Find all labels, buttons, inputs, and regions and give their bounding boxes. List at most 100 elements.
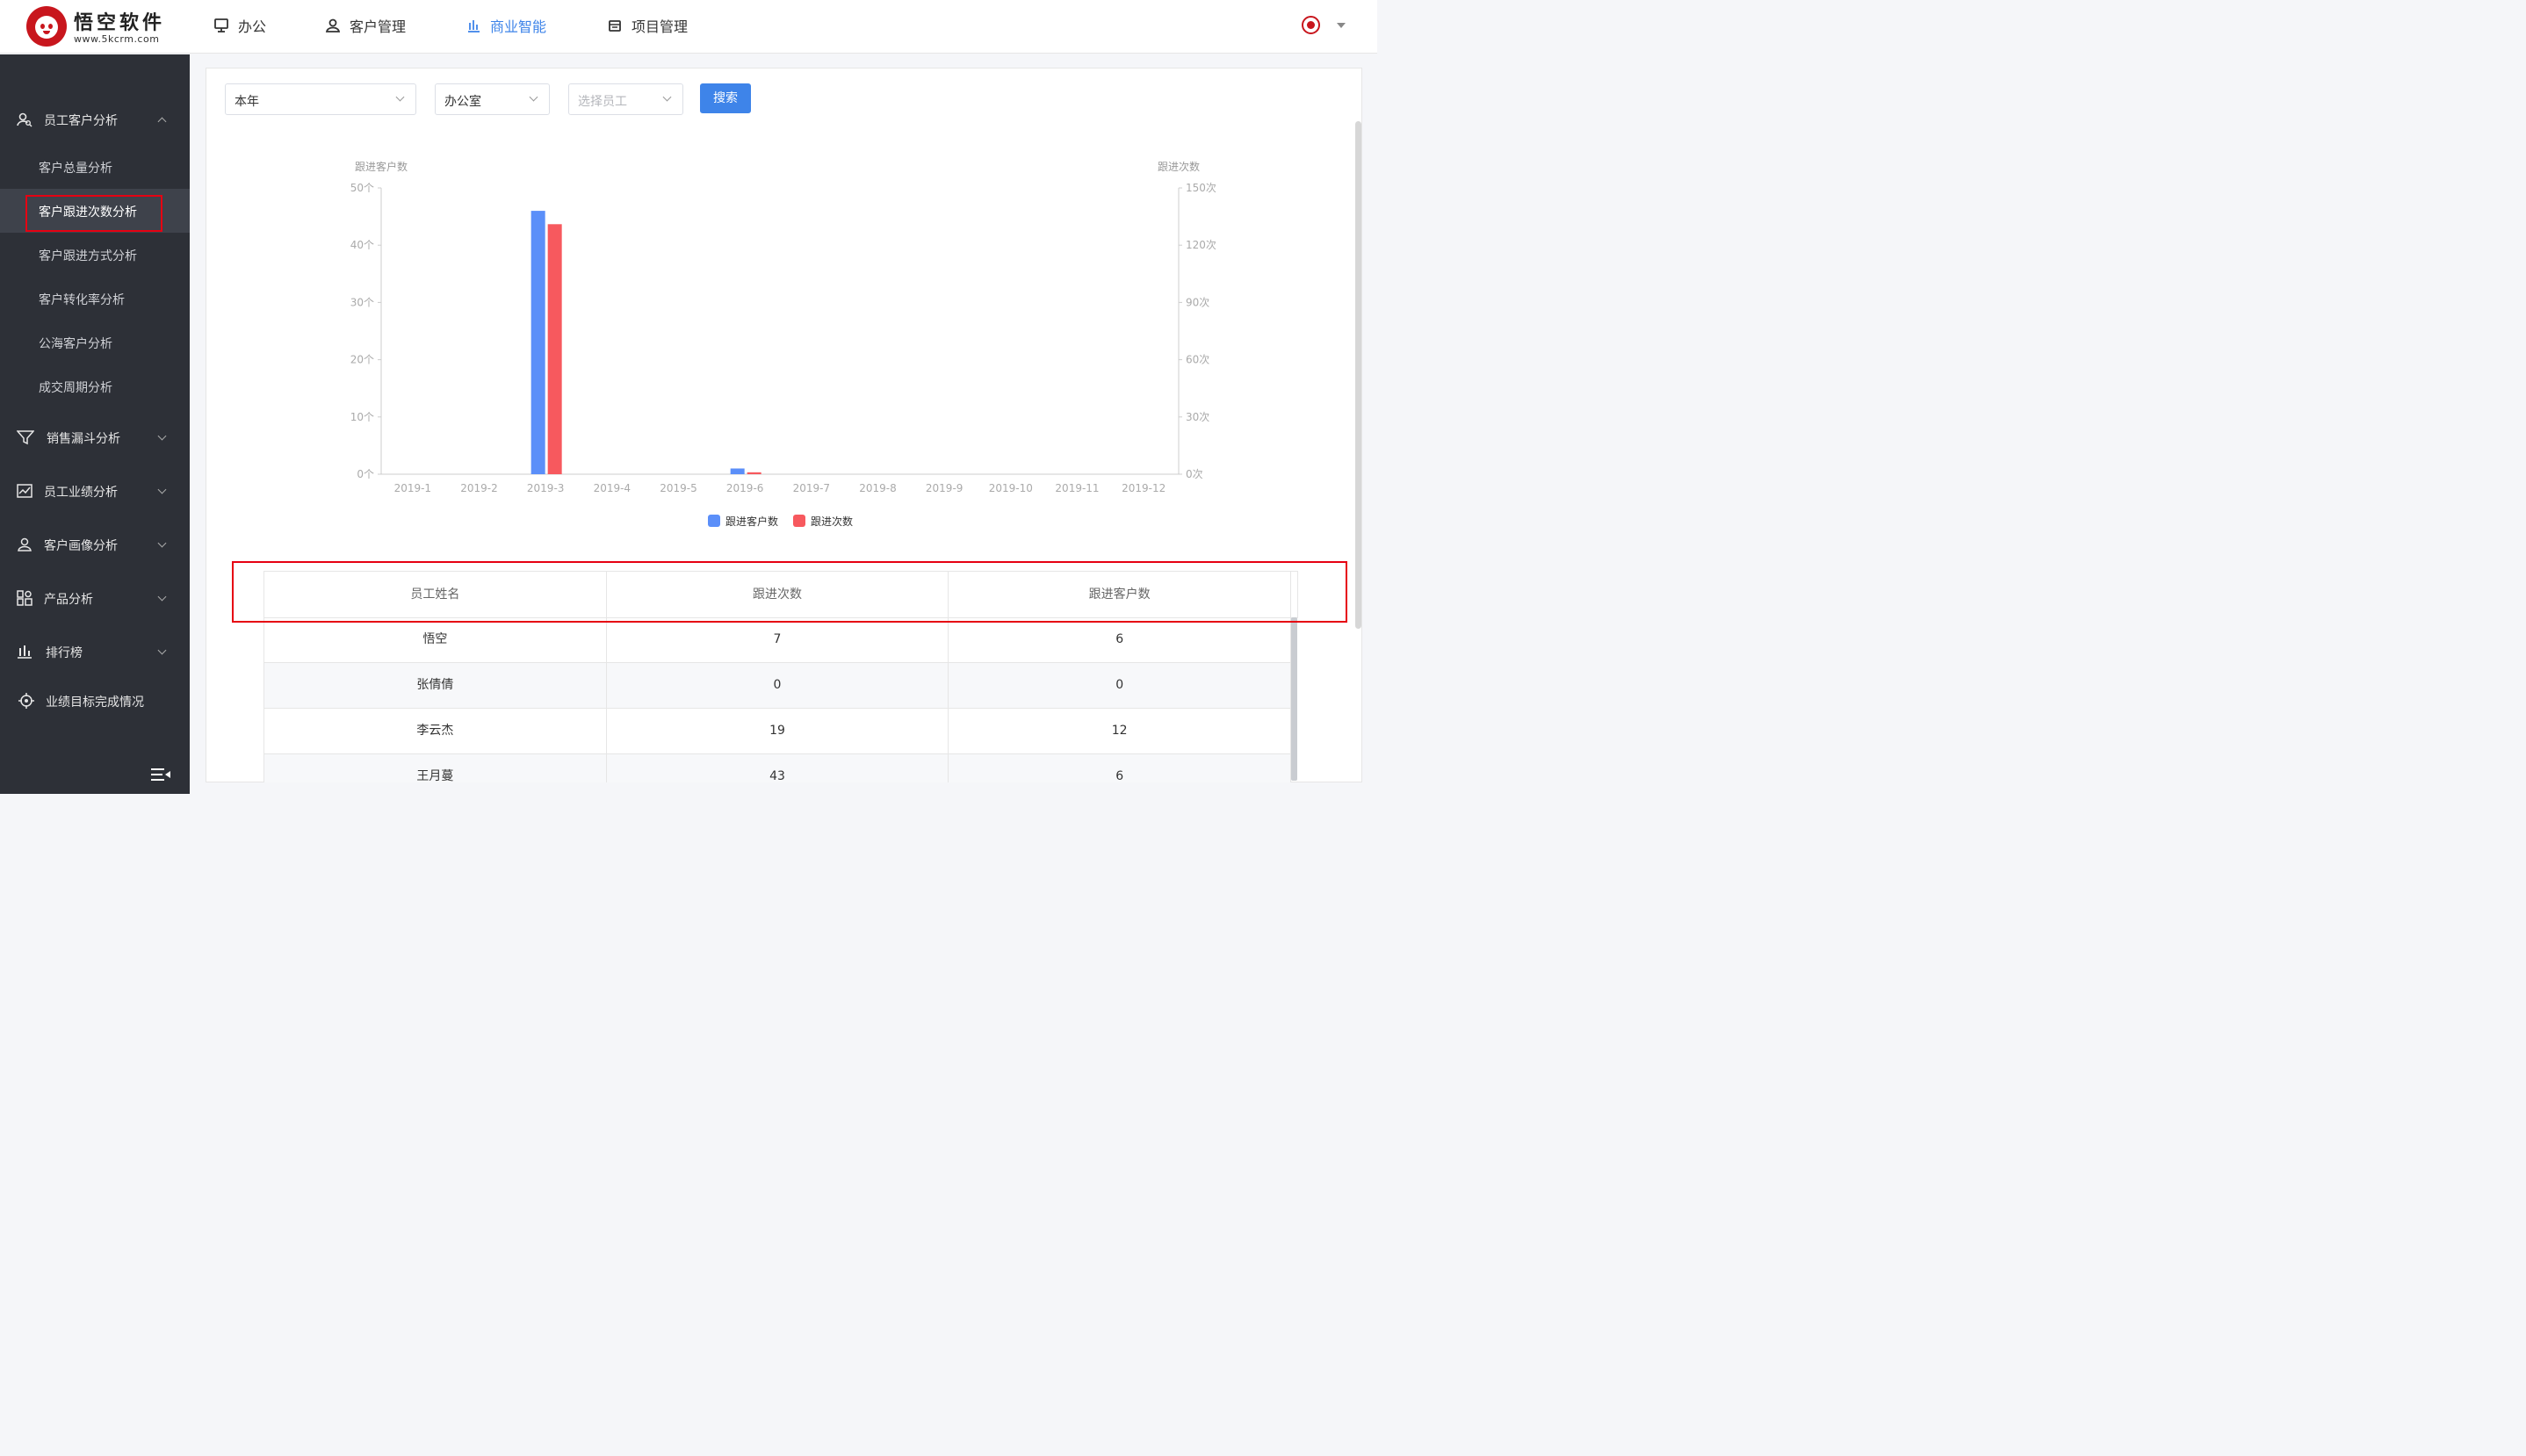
x-tick-label: 2019-6 [726,482,764,494]
cell-name: 张倩倩 [264,663,607,708]
y-tick-label-right: 120次 [1186,239,1216,251]
sidebar-item-followup-count[interactable]: 客户跟进次数分析 [0,189,190,233]
table-header: 员工姓名 跟进次数 跟进客户数 [264,571,1292,618]
bar-followups [547,224,562,474]
y-tick-label-left: 10个 [350,411,374,423]
x-tick-label: 2019-11 [1055,482,1099,494]
sidebar-group-employee-customer[interactable]: 员工客户分析 [0,97,190,141]
column-header-followups[interactable]: 跟进次数 [607,572,949,617]
table-row[interactable]: 张倩倩 0 0 [264,663,1292,709]
sidebar-item-deal-cycle[interactable]: 成交周期分析 [0,364,190,408]
sidebar-group-product[interactable]: 产品分析 [0,576,190,620]
logo-url: www.5kcrm.com [74,33,160,45]
table-body: 悟空 7 6 张倩倩 0 0 李云杰 19 12 王月蔓 43 6 [263,617,1292,782]
y-tick-label-left: 20个 [350,354,374,366]
period-select[interactable]: 本年 [225,83,416,115]
sidebar-item-total-customers[interactable]: 客户总量分析 [0,145,190,189]
sidebar-item-conversion-rate[interactable]: 客户转化率分析 [0,277,190,321]
cell-customers: 6 [949,617,1292,662]
table-body-viewport: 悟空 7 6 张倩倩 0 0 李云杰 19 12 王月蔓 43 6 [206,615,1362,782]
nav-item-projects[interactable]: 项目管理 [607,15,688,36]
legend-swatch [708,515,720,527]
sidebar-group-label: 销售漏斗分析 [47,432,120,446]
vertical-scrollbar[interactable] [1355,121,1361,629]
box-icon [609,20,621,32]
sidebar-item-label: 成交周期分析 [39,381,112,395]
monitor-icon [214,18,228,32]
cell-customers: 12 [949,709,1292,753]
department-select[interactable]: 办公室 [435,83,550,115]
chevron-down-icon [157,592,167,602]
user-search-icon [17,112,32,127]
x-tick-label: 2019-1 [394,482,432,494]
table-row[interactable]: 悟空 7 6 [264,617,1292,663]
ranking-icon [18,645,32,659]
cell-name: 悟空 [264,617,607,662]
employee-select[interactable]: 选择员工 [568,83,683,115]
bar-chart-icon [468,20,480,32]
cell-customers: 0 [949,663,1292,708]
employee-table: 员工姓名 跟进次数 跟进客户数 [263,571,1292,618]
search-button[interactable]: 搜索 [700,83,751,113]
x-tick-label: 2019-3 [527,482,565,494]
sidebar-group-label: 员工业绩分析 [44,486,118,500]
portrait-icon [18,537,32,551]
grid-icon [17,590,32,606]
legend-label: 跟进次数 [811,515,854,528]
funnel-icon [17,430,34,445]
user-icon [325,18,341,32]
nav-item-office[interactable]: 办公 [213,15,266,36]
y-tick-label-left: 0个 [357,468,374,480]
cell-followups: 7 [607,617,949,662]
chevron-down-icon [157,538,167,548]
y-tick-label-right: 150次 [1186,182,1216,194]
x-tick-label: 2019-12 [1122,482,1166,494]
caret-down-icon[interactable] [1337,23,1346,28]
sidebar-group-employee-performance[interactable]: 员工业绩分析 [0,469,190,513]
sidebar-item-label: 客户跟进次数分析 [39,205,137,220]
cell-customers: 6 [949,754,1292,782]
table-row[interactable]: 王月蔓 43 6 [264,754,1292,782]
sidebar-group-label: 业绩目标完成情况 [46,696,144,710]
nav-label: 商业智能 [490,18,547,35]
x-tick-label: 2019-2 [460,482,498,494]
nav-label: 客户管理 [350,18,407,35]
period-select-value: 本年 [235,95,259,109]
column-header-customers[interactable]: 跟进客户数 [949,572,1292,617]
sidebar-group-ranking[interactable]: 排行榜 [0,630,190,674]
employee-select-placeholder: 选择员工 [578,95,627,109]
x-tick-label: 2019-4 [594,482,632,494]
collapse-menu-icon[interactable] [150,768,171,782]
x-tick-label: 2019-8 [859,482,897,494]
legend-item-followups[interactable]: 跟进次数 [793,513,853,529]
top-navbar: 悟空软件 www.5kcrm.com 办公 客户管理 商业智能 项目管理 [0,0,1377,54]
cell-name: 李云杰 [264,709,607,753]
monkey-logo-icon [26,6,67,47]
table-scrollbar[interactable] [1291,617,1297,781]
sidebar-item-label: 客户总量分析 [39,162,112,176]
logo[interactable]: 悟空软件 www.5kcrm.com [26,6,176,47]
y-tick-label-left: 30个 [350,296,374,308]
nav-item-bi[interactable]: 商业智能 [466,15,546,36]
nav-item-customers[interactable]: 客户管理 [325,15,406,36]
table-row[interactable]: 李云杰 19 12 [264,709,1292,754]
cell-followups: 19 [607,709,949,753]
legend-label: 跟进客户数 [725,515,779,528]
chevron-down-icon [529,92,538,102]
column-header-name[interactable]: 员工姓名 [264,572,607,617]
chevron-down-icon [157,645,167,655]
sidebar-group-sales-funnel[interactable]: 销售漏斗分析 [0,415,190,459]
sidebar-group-customer-portrait[interactable]: 客户画像分析 [0,523,190,566]
x-tick-label: 2019-9 [926,482,963,494]
bar-customers [730,468,745,474]
sidebar-item-followup-method[interactable]: 客户跟进方式分析 [0,233,190,277]
sidebar-item-public-pool[interactable]: 公海客户分析 [0,321,190,364]
user-avatar[interactable] [1302,16,1320,34]
y-tick-label-left: 50个 [350,182,374,194]
sidebar-group-label: 排行榜 [46,646,83,660]
cell-followups: 0 [607,663,949,708]
legend-item-customers[interactable]: 跟进客户数 [708,513,778,529]
target-icon [18,693,34,709]
chevron-down-icon [662,92,672,102]
sidebar-group-target-completion[interactable]: 业绩目标完成情况 [0,679,190,723]
